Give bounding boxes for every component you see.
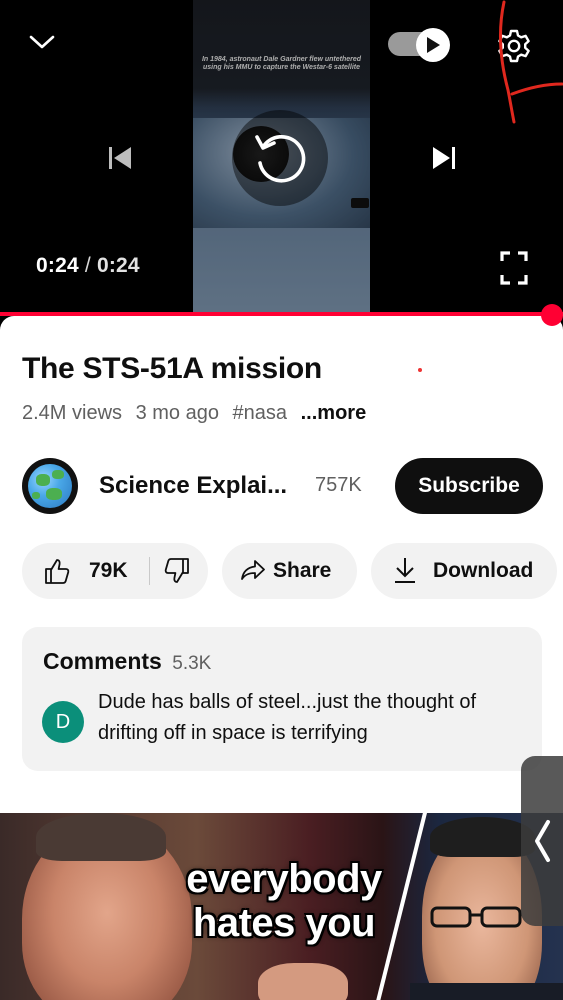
glasses-image xyxy=(430,906,522,928)
red-annotation-mark xyxy=(499,0,563,124)
like-count: 79K xyxy=(89,559,128,582)
download-button[interactable]: Download xyxy=(371,543,557,599)
autoplay-knob xyxy=(416,28,450,62)
side-panel-handle[interactable] xyxy=(521,756,563,926)
comments-header: Comments 5.3K xyxy=(43,648,211,675)
progress-scrubber[interactable] xyxy=(541,304,563,326)
hashtag-link[interactable]: #nasa xyxy=(233,402,288,424)
view-count: 2.4M views xyxy=(22,402,123,424)
pointing-hand-image xyxy=(258,963,348,1000)
previous-icon xyxy=(109,147,131,169)
subscribe-button[interactable]: Subscribe xyxy=(395,458,543,514)
next-icon xyxy=(433,147,455,169)
suit-image xyxy=(410,983,563,1000)
download-label: Download xyxy=(433,559,534,582)
download-icon xyxy=(393,556,417,584)
minimize-button[interactable] xyxy=(22,24,62,60)
play-icon xyxy=(427,37,440,53)
left-person-hair xyxy=(36,813,166,861)
channel-avatar[interactable] xyxy=(22,458,78,514)
video-info-panel: The STS-51A mission 2.4M views 3 mo ago … xyxy=(0,316,563,813)
like-dislike-group: 79K xyxy=(22,543,208,599)
replay-icon xyxy=(255,134,306,183)
fullscreen-icon xyxy=(500,251,528,285)
video-meta[interactable]: 2.4M views 3 mo ago #nasa ...more xyxy=(22,402,374,425)
time-display: 0:24 / 0:24 xyxy=(36,254,140,278)
comments-count: 5.3K xyxy=(172,653,212,674)
progress-bar[interactable] xyxy=(0,312,563,316)
meme-caption: everybody hates you xyxy=(186,857,382,945)
like-divider xyxy=(149,557,150,585)
video-player[interactable]: In 1984, astronaut Dale Gardner flew unt… xyxy=(0,0,563,315)
channel-name[interactable]: Science Explai... xyxy=(99,472,287,500)
share-label: Share xyxy=(273,559,332,582)
video-title[interactable]: The STS-51A mission xyxy=(22,352,322,386)
fullscreen-button[interactable] xyxy=(494,246,534,290)
thumbs-up-icon xyxy=(45,559,70,584)
share-icon xyxy=(240,557,266,583)
action-bar: 79K Share Download xyxy=(22,543,563,599)
more-link[interactable]: ...more xyxy=(301,402,367,424)
upload-age: 3 mo ago xyxy=(135,402,219,424)
thumbs-down-icon xyxy=(164,558,189,583)
chevron-left-icon xyxy=(535,820,550,862)
meme-image[interactable]: everybody hates you xyxy=(0,813,563,1000)
duration: 0:24 xyxy=(96,254,140,277)
current-time: 0:24 xyxy=(36,254,79,277)
comments-title: Comments xyxy=(43,648,162,674)
share-button[interactable]: Share xyxy=(222,543,357,599)
channel-row: Science Explai... 757K Subscribe xyxy=(22,458,543,514)
like-button[interactable] xyxy=(44,557,70,585)
subscriber-count: 757K xyxy=(315,474,362,496)
top-comment-text: Dude has balls of steel...just the thoug… xyxy=(98,691,477,744)
autoplay-toggle[interactable] xyxy=(386,26,452,62)
replay-button[interactable] xyxy=(232,110,328,206)
time-separator: / xyxy=(84,254,91,277)
previous-button[interactable] xyxy=(100,138,140,178)
annotation-dot xyxy=(418,368,422,372)
right-person-hair xyxy=(430,817,535,857)
dislike-button[interactable] xyxy=(164,557,190,585)
globe-icon xyxy=(28,464,72,508)
comments-section[interactable]: Comments 5.3K D Dude has balls of steel.… xyxy=(22,627,542,771)
next-button[interactable] xyxy=(424,138,464,178)
chevron-down-icon xyxy=(29,35,55,49)
commenter-avatar: D xyxy=(42,701,84,743)
